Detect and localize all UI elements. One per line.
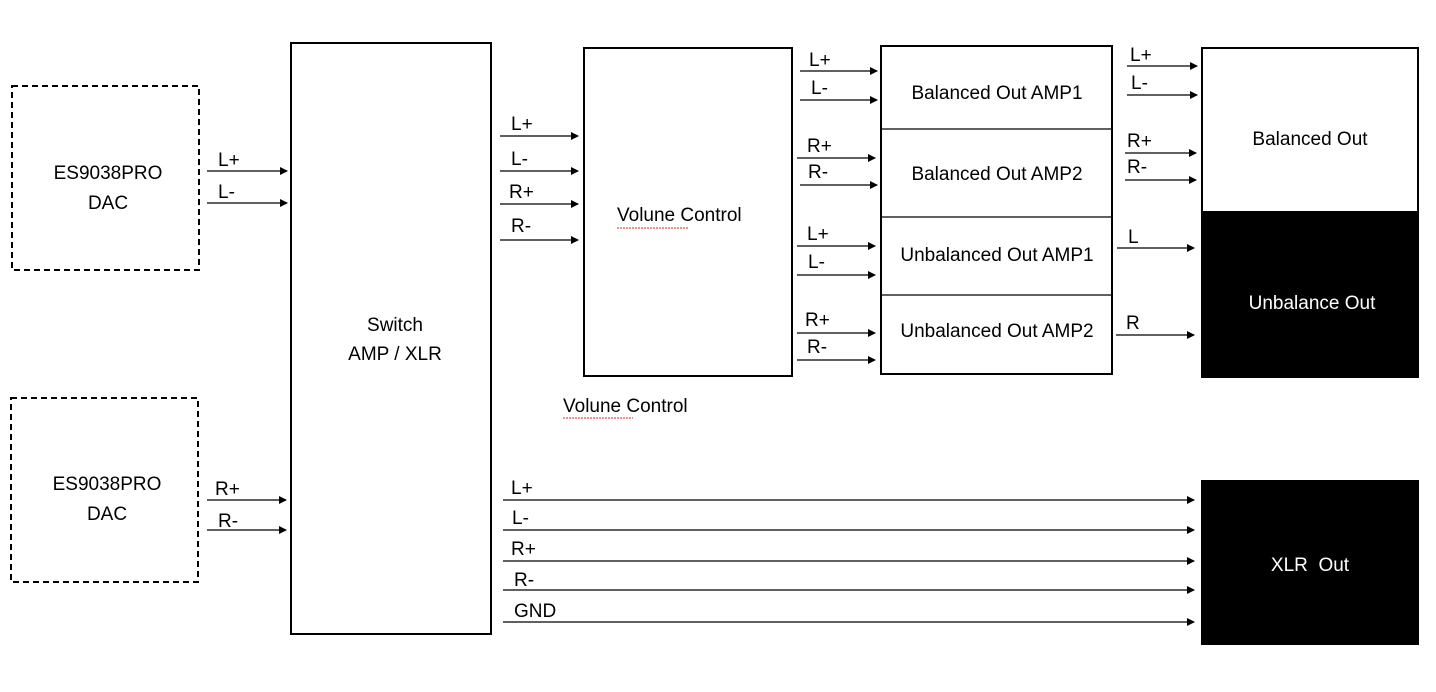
block-diagram: ES9038PRO DAC ES9038PRO DAC L+ L- R+ R- … [10, 42, 1419, 645]
amp-label: Balanced Out AMP2 [911, 164, 1082, 185]
signal-label: L+ [807, 224, 829, 245]
signal-label: L+ [809, 50, 831, 71]
signal-label: R- [511, 216, 531, 237]
signal-label: L [1128, 227, 1139, 248]
signal-label: R- [218, 511, 238, 532]
signal-label: R- [807, 337, 827, 358]
signal-label: L+ [511, 478, 533, 499]
amp-output-signals: L+ L- R+ R- L R [1116, 45, 1198, 339]
dac-label: ES9038PRO [54, 163, 163, 184]
dac-block-2: ES9038PRO DAC [10, 397, 199, 583]
signal-label: R- [808, 162, 828, 183]
signal-label: L- [1131, 73, 1148, 94]
dac-label: DAC [88, 193, 128, 214]
signal-label: L- [808, 252, 825, 273]
dac-label: DAC [87, 504, 127, 525]
amp-label: Unbalanced Out AMP1 [900, 245, 1093, 266]
dac-signals: L+ L- R+ R- [207, 150, 288, 534]
signal-label: L- [512, 508, 529, 529]
dac-label: ES9038PRO [53, 474, 162, 495]
signal-label: R+ [807, 136, 832, 157]
signal-label: GND [514, 601, 556, 622]
balanced-out-label: Balanced Out [1252, 129, 1368, 150]
xlr-signals: L+ L- R+ R- GND [503, 478, 1195, 626]
balanced-out-block: Balanced Out [1201, 47, 1419, 213]
signal-label: L+ [1130, 45, 1152, 66]
signal-label: R+ [805, 310, 830, 331]
switch-label: AMP / XLR [348, 344, 442, 365]
dac-block-1: ES9038PRO DAC [11, 85, 200, 271]
amp-label: Balanced Out AMP1 [911, 83, 1082, 104]
signal-label: R+ [1127, 131, 1152, 152]
signal-label: R- [1127, 157, 1147, 178]
unbalance-out-block: Unbalance Out [1201, 211, 1419, 378]
signal-label: L- [511, 149, 528, 170]
switch-block: Switch AMP / XLR [290, 42, 492, 635]
amp-input-signals: L+ L- R+ R- L+ L- R+ R- [797, 50, 878, 364]
signal-label: R+ [511, 539, 536, 560]
volume-label: Volune Control [617, 205, 742, 226]
signal-label: R [1126, 313, 1140, 334]
amp-label: Unbalanced Out AMP2 [900, 321, 1093, 342]
unbalance-out-label: Unbalance Out [1249, 293, 1376, 314]
volume-control-block: Volune Control [583, 47, 793, 377]
signal-label: L- [218, 182, 235, 203]
signal-label: L+ [218, 150, 240, 171]
signal-label: L- [811, 78, 828, 99]
signal-label: L+ [511, 114, 533, 135]
xlr-out-label: XLR Out [1271, 555, 1350, 576]
xlr-out-block: XLR Out [1201, 480, 1419, 645]
signal-label: R+ [215, 479, 240, 500]
volume-caption: Volune Control [563, 396, 688, 417]
amp-stack: Balanced Out AMP1 Balanced Out AMP2 Unba… [880, 45, 1113, 375]
switch-label: Switch [367, 315, 423, 336]
volume-input-signals: L+ L- R+ R- [500, 114, 579, 244]
signal-label: R+ [509, 182, 534, 203]
signal-label: R- [514, 570, 534, 591]
